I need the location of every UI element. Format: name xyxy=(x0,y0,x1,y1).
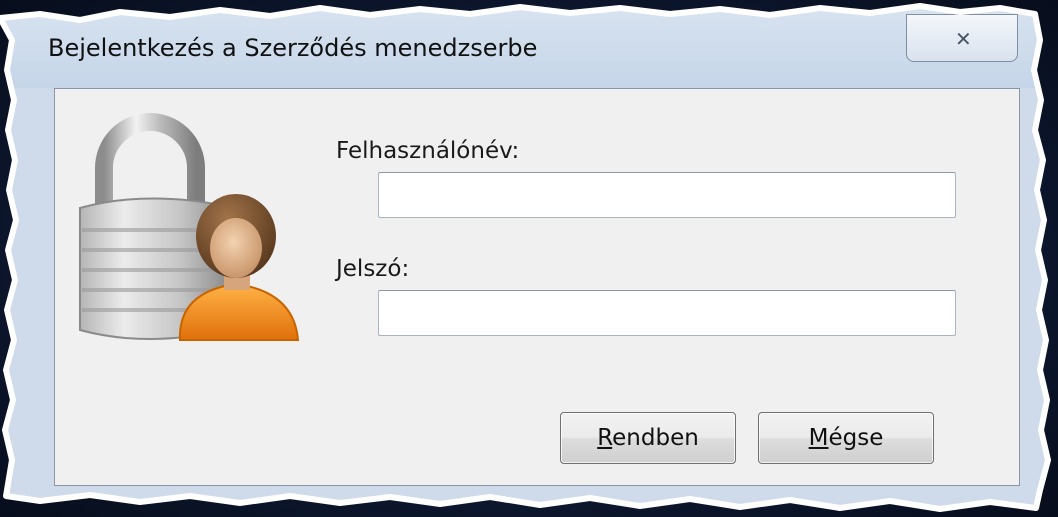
password-label: Jelszó: xyxy=(336,256,410,282)
close-icon: ✕ xyxy=(955,27,972,51)
screenshot-background: Bejelentkezés a Szerződés menedzserbe ✕ xyxy=(0,0,1058,517)
ok-button-label: endben xyxy=(612,425,699,451)
dialog-title: Bejelentkezés a Szerződés menedzserbe xyxy=(48,34,538,62)
close-button[interactable]: ✕ xyxy=(906,14,1018,62)
ok-button[interactable]: Rendben xyxy=(560,412,736,464)
login-dialog: Bejelentkezés a Szerződés menedzserbe ✕ xyxy=(0,6,1048,509)
cancel-button-label: égse xyxy=(828,425,884,451)
username-label: Felhasználónév: xyxy=(336,138,520,164)
password-input[interactable] xyxy=(378,290,956,336)
cancel-button[interactable]: Mégse xyxy=(758,412,934,464)
ok-button-mnemonic: R xyxy=(597,425,613,451)
title-bar[interactable]: Bejelentkezés a Szerződés menedzserbe ✕ xyxy=(0,6,1048,88)
username-input[interactable] xyxy=(378,172,956,218)
lock-user-icon xyxy=(79,113,300,341)
cancel-button-mnemonic: M xyxy=(808,425,829,451)
